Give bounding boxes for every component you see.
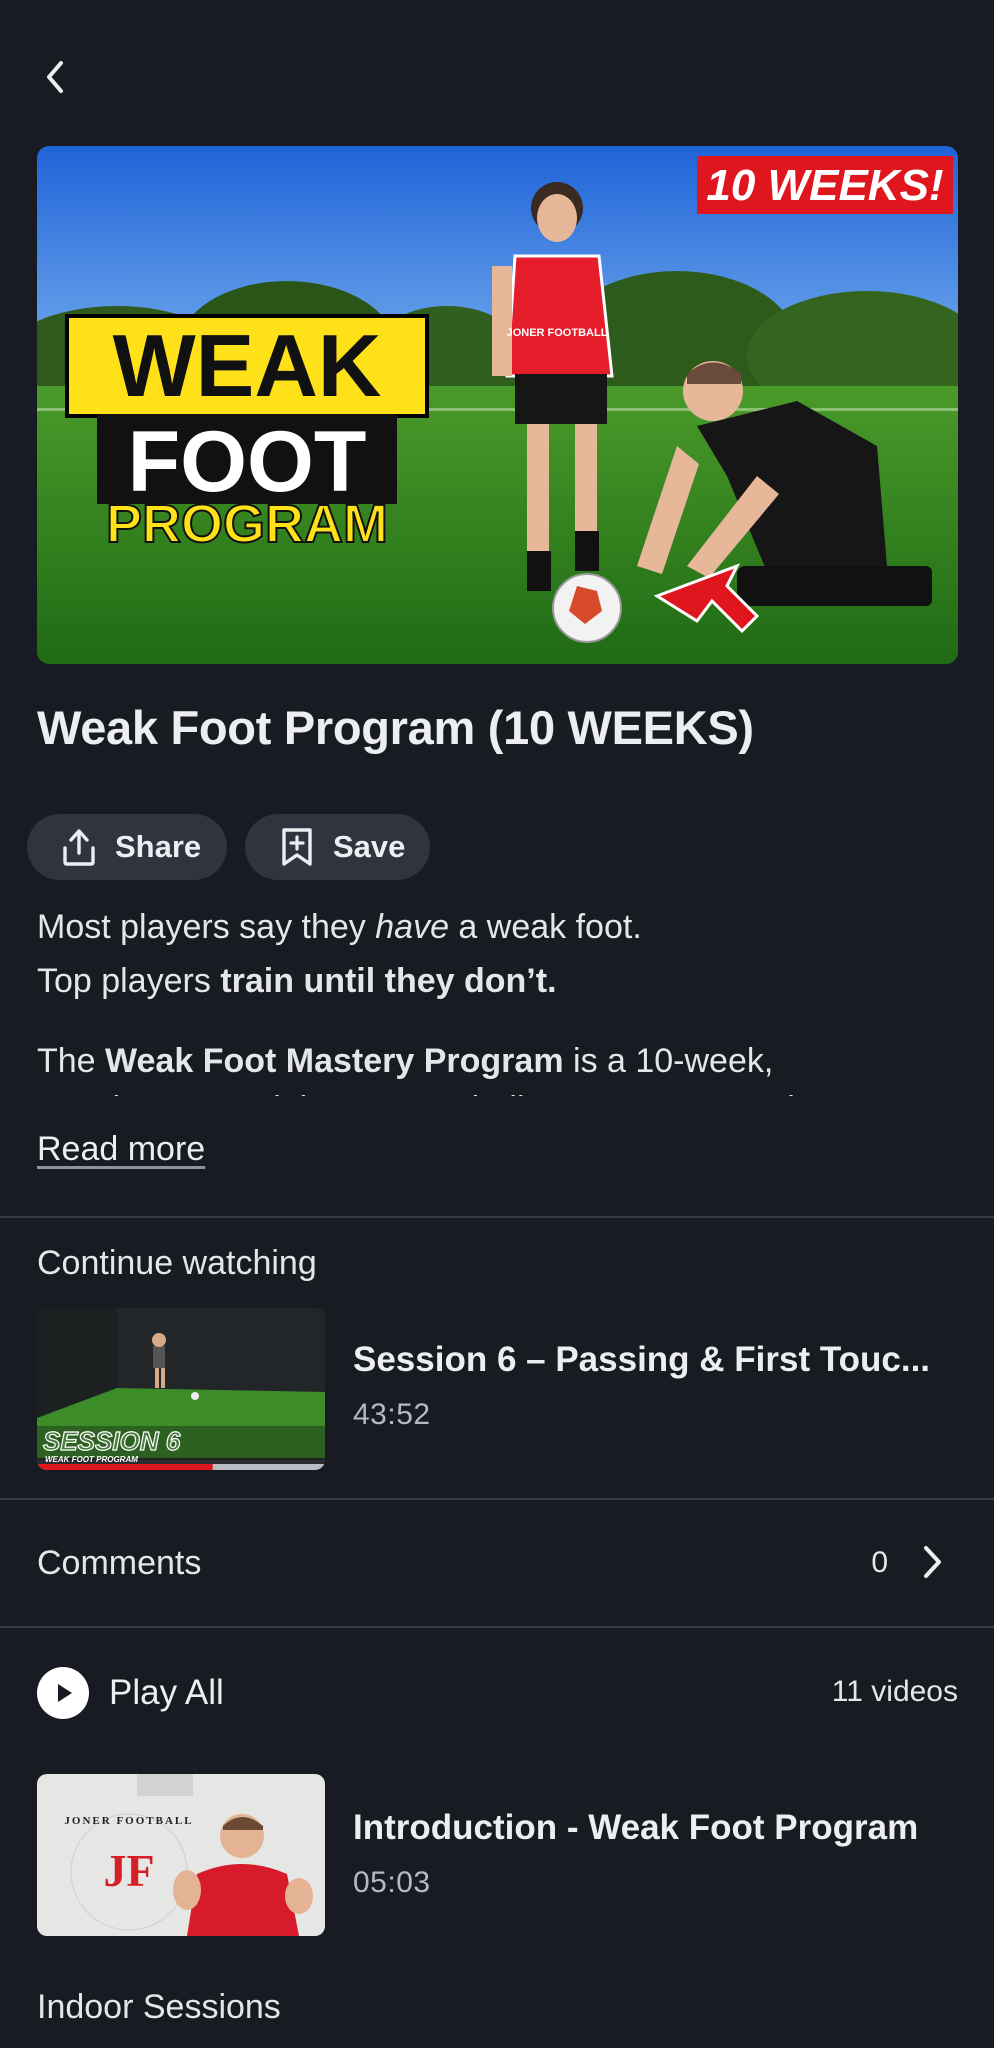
- continue-video-thumbnail[interactable]: SESSION 6 WEAK FOOT PROGRAM: [37, 1308, 325, 1470]
- bookmark-plus-icon: [275, 825, 319, 869]
- watch-progress-bar: [37, 1464, 213, 1470]
- share-button[interactable]: Share: [27, 814, 227, 880]
- divider: [0, 1626, 994, 1628]
- comments-label: Comments: [37, 1544, 202, 1582]
- play-all-label: Play All: [109, 1673, 224, 1712]
- continue-video-title[interactable]: Session 6 – Passing & First Touc...: [353, 1340, 953, 1380]
- playlist-item-title[interactable]: Introduction - Weak Foot Program: [353, 1808, 953, 1848]
- intro-thumb-logo-text: JONER FOOTBALL: [64, 1815, 193, 1827]
- continue-watching-label: Continue watching: [37, 1244, 317, 1282]
- save-label: Save: [333, 829, 406, 864]
- hero-shirt-text: JONER FOOTBALL: [507, 327, 608, 339]
- read-more-link[interactable]: Read more: [37, 1130, 205, 1169]
- description-truncated: The Weak Foot Mastery Program is a 10-we…: [37, 1034, 957, 1126]
- hero-line-program: PROGRAM: [106, 494, 388, 554]
- share-label: Share: [115, 829, 202, 864]
- hero-line-weak: WEAK: [113, 316, 382, 415]
- share-upload-icon: [57, 825, 101, 869]
- divider: [0, 1216, 994, 1218]
- description-line-3: The Weak Foot Mastery Program is a 10-we…: [37, 1042, 774, 1080]
- video-count: 11 videos: [831, 1675, 958, 1708]
- back-button[interactable]: [34, 56, 76, 98]
- play-icon: [37, 1667, 89, 1719]
- program-hero-thumbnail[interactable]: 10 WEEKS! WEAK FOOT PROGRAM JONER FOOTBA…: [37, 146, 958, 664]
- save-button[interactable]: Save: [245, 814, 430, 880]
- page-title: Weak Foot Program (10 WEEKS): [37, 701, 754, 754]
- hero-badge: 10 WEEKS!: [706, 161, 943, 210]
- intro-video-thumbnail[interactable]: JONER FOOTBALL JF: [37, 1774, 325, 1936]
- program-description: Most players say they have a weak foot. …: [37, 900, 957, 1008]
- description-line-1: Most players say they have a weak foot.: [37, 908, 642, 946]
- description-line-2: Top players train until they don’t.: [37, 962, 557, 1000]
- continue-video-duration: 43:52: [353, 1398, 431, 1431]
- comments-count: 0: [871, 1546, 888, 1579]
- section-heading-indoor-sessions: Indoor Sessions: [37, 1988, 281, 2026]
- thumb-program-subtitle: WEAK FOOT PROGRAM: [45, 1455, 138, 1464]
- playlist-item-duration: 05:03: [353, 1866, 431, 1899]
- chevron-left-icon: [47, 61, 63, 93]
- thumb-session-title: SESSION 6: [43, 1426, 181, 1456]
- divider: [0, 1498, 994, 1500]
- intro-thumb-logo-mark: JF: [103, 1845, 154, 1896]
- play-all-button[interactable]: Play All: [37, 1667, 224, 1719]
- chevron-right-icon[interactable]: [912, 1540, 952, 1584]
